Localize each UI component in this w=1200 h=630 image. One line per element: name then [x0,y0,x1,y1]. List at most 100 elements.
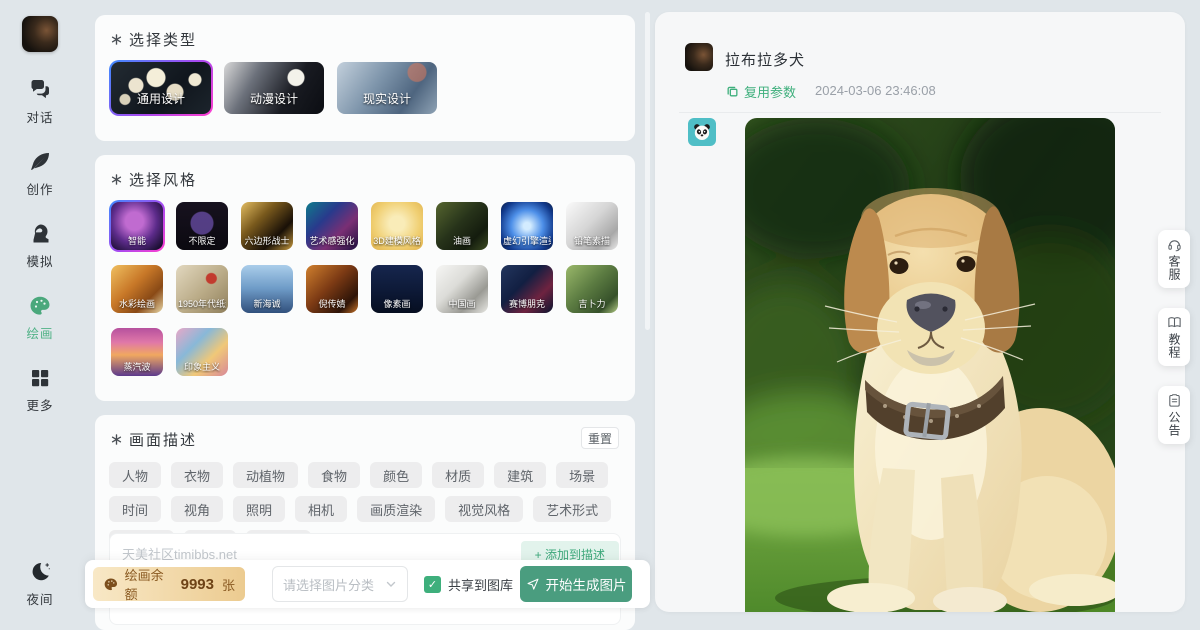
style-item[interactable]: 中国画 [434,263,490,315]
sidebar-item-more[interactable]: 更多 [0,366,80,414]
style-item[interactable]: 1950年代纸浆 [174,263,230,315]
style-item[interactable]: 铅笔素描 [564,200,620,252]
style-thumbnail: 智能 [111,202,163,250]
reuse-params-button[interactable]: 复用参数 [726,82,796,101]
result-panel: 拉布拉多犬 复用参数 2024-03-06 23:46:08 [655,12,1185,612]
style-item[interactable]: 水彩绘画 [109,263,165,315]
feather-icon [28,150,52,174]
style-item[interactable]: 吉卜力 [564,263,620,315]
style-thumbnail: 油画 [436,202,488,250]
customer-service-button[interactable]: 客服 [1158,230,1190,288]
palette-icon [28,294,52,318]
style-item[interactable]: 智能 [109,200,165,252]
prompt-tag[interactable]: 建筑 [494,462,546,488]
reset-button[interactable]: 重置 [581,427,619,449]
style-thumbnail: 3D建模风格 [371,202,423,250]
prompt-tag[interactable]: 视觉风格 [445,496,523,522]
head-icon [28,222,52,246]
user-avatar[interactable] [22,16,58,52]
style-thumbnail: 1950年代纸浆 [176,265,228,313]
style-thumbnail: 印象主义 [176,328,228,376]
type-card-label: 通用设计 [111,90,211,107]
scrollbar[interactable] [645,12,650,330]
result-timestamp: 2024-03-06 23:46:08 [815,83,936,98]
style-item[interactable]: 蒸汽波 [109,326,165,378]
sidebar-item-draw[interactable]: 绘画 [0,294,80,342]
style-item[interactable]: 艺术感强化 [304,200,360,252]
sidebar-item-create[interactable]: 创作 [0,150,80,198]
night-mode-toggle[interactable]: 夜间 [0,560,80,608]
announcement-button[interactable]: 公告 [1158,386,1190,444]
share-label: 共享到图库 [448,575,513,594]
style-item[interactable]: 赛博朋克 [499,263,555,315]
style-item[interactable]: 印象主义 [174,326,230,378]
style-item-label: 中国画 [438,297,486,310]
select-style-header: 选择风格 [95,155,635,190]
prompt-tag[interactable]: 食物 [308,462,360,488]
style-item[interactable]: 油画 [434,200,490,252]
prompt-tag[interactable]: 照明 [233,496,285,522]
chevron-down-icon [385,578,397,590]
category-select[interactable]: 请选择图片分类 [272,566,408,602]
style-item-list: 智能 不限定 六边形战士 艺术感强化 3D建模风格 油画 虚幻引擎渲染 铅笔素描… [95,190,635,378]
bottom-action-bar: 绘画余额 9993 张 请选择图片分类 ✓ 共享到图库 开始生成图片 [85,560,650,608]
style-item[interactable]: 3D建模风格 [369,200,425,252]
user-avatar [685,43,713,71]
style-item-label: 艺术感强化 [308,234,356,247]
style-item-label: 倪传婧 [308,297,356,310]
share-to-gallery-option[interactable]: ✓ 共享到图库 [424,575,513,594]
prompt-tag[interactable]: 艺术形式 [533,496,611,522]
sidebar-item-simulate[interactable]: 模拟 [0,222,80,270]
sidebar: 对话 创作 模拟 绘画 更多 夜间 [0,0,80,630]
style-item[interactable]: 六边形战士 [239,200,295,252]
asterisk-icon [111,34,122,45]
sidebar-item-chat[interactable]: 对话 [0,78,80,126]
divider [679,112,1161,113]
sidebar-item-label: 模拟 [26,251,53,270]
prompt-tag[interactable]: 动植物 [233,462,298,488]
select-type-title: 选择类型 [129,29,197,50]
style-item[interactable]: 不限定 [174,200,230,252]
send-icon [526,577,540,591]
type-card[interactable]: 现实设计 [335,60,439,116]
style-item[interactable]: 像素画 [369,263,425,315]
description-header: 画面描述 [95,415,635,450]
style-thumbnail: 吉卜力 [566,265,618,313]
style-item-label: 六边形战士 [243,234,291,247]
generate-image-button[interactable]: 开始生成图片 [520,566,632,602]
sidebar-item-label: 创作 [26,179,53,198]
style-item-label: 智能 [113,234,161,247]
prompt-tag[interactable]: 画质渲染 [357,496,435,522]
chat-icon [28,78,52,102]
style-thumbnail: 虚幻引擎渲染 [501,202,553,250]
balance-label: 绘画余额 [125,565,173,603]
reuse-params-label: 复用参数 [744,82,796,101]
prompt-tag[interactable]: 时间 [109,496,161,522]
palette-icon [103,576,119,593]
prompt-tag[interactable]: 衣物 [171,462,223,488]
prompt-tag[interactable]: 颜色 [370,462,422,488]
prompt-tag[interactable]: 视角 [171,496,223,522]
share-checkbox[interactable]: ✓ [424,576,441,593]
sidebar-item-label: 绘画 [26,323,53,342]
style-item-label: 蒸汽波 [113,360,161,373]
balance-badge: 绘画余额 9993 张 [93,567,245,601]
select-type-header: 选择类型 [95,15,635,50]
prompt-tag[interactable]: 材质 [432,462,484,488]
prompt-tag[interactable]: 人物 [109,462,161,488]
type-card[interactable]: 通用设计 [109,60,213,116]
panda-icon [692,122,712,142]
style-item-label: 赛博朋克 [503,297,551,310]
style-item[interactable]: 虚幻引擎渲染 [499,200,555,252]
bot-avatar [688,118,716,146]
style-item[interactable]: 新海诚 [239,263,295,315]
select-style-card: 选择风格 智能 不限定 六边形战士 艺术感强化 3D建模风格 油画 虚幻引擎渲染… [95,155,635,401]
generated-image[interactable] [745,118,1115,612]
prompt-tag[interactable]: 场景 [556,462,608,488]
labrador-illustration [745,118,1115,612]
category-placeholder: 请选择图片分类 [283,575,374,594]
tutorial-button[interactable]: 教程 [1158,308,1190,366]
type-card[interactable]: 动漫设计 [222,60,326,116]
style-item[interactable]: 倪传婧 [304,263,360,315]
prompt-tag[interactable]: 相机 [295,496,347,522]
